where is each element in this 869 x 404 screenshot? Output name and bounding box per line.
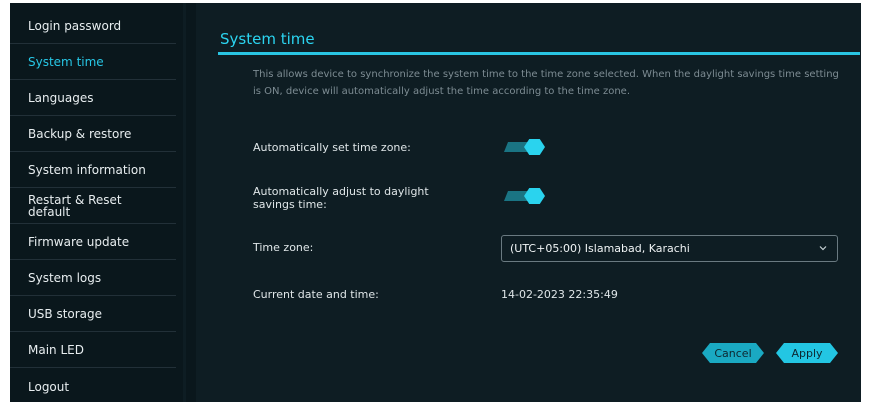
sidebar-item-usb-storage[interactable]: USB storage bbox=[10, 297, 176, 332]
current-time-label: Current date and time: bbox=[253, 288, 379, 301]
timezone-value: (UTC+05:00) Islamabad, Karachi bbox=[510, 242, 690, 255]
sidebar-item-system-time[interactable]: System time bbox=[10, 45, 176, 80]
page-title: System time bbox=[220, 30, 315, 48]
chevron-down-icon bbox=[819, 246, 827, 251]
sidebar-item-system-logs[interactable]: System logs bbox=[10, 261, 176, 296]
sidebar: Login password System time Languages Bac… bbox=[10, 3, 183, 402]
sidebar-item-languages[interactable]: Languages bbox=[10, 81, 176, 116]
auto-dst-toggle[interactable] bbox=[504, 188, 547, 204]
timezone-select[interactable]: (UTC+05:00) Islamabad, Karachi bbox=[501, 235, 838, 262]
sidebar-item-label: Restart & Reset default bbox=[28, 193, 122, 219]
auto-timezone-toggle[interactable] bbox=[504, 139, 547, 155]
sidebar-item-backup-restore[interactable]: Backup & restore bbox=[10, 117, 176, 152]
apply-button[interactable]: Apply bbox=[776, 343, 838, 363]
auto-dst-label: Automatically adjust to daylight savings… bbox=[253, 185, 429, 211]
current-time-value: 14-02-2023 22:35:49 bbox=[501, 288, 618, 301]
main-panel: System time This allows device to synchr… bbox=[196, 3, 861, 402]
toggle-knob bbox=[524, 188, 545, 204]
auto-timezone-label: Automatically set time zone: bbox=[253, 141, 411, 154]
sidebar-item-restart-reset[interactable]: Restart & Reset default bbox=[10, 189, 176, 224]
cancel-button[interactable]: Cancel bbox=[702, 343, 764, 363]
sidebar-item-login-password[interactable]: Login password bbox=[10, 9, 176, 44]
sidebar-item-logout[interactable]: Logout bbox=[10, 369, 176, 404]
page-description: This allows device to synchronize the sy… bbox=[253, 69, 839, 97]
title-underline bbox=[218, 52, 860, 55]
sidebar-item-main-led[interactable]: Main LED bbox=[10, 333, 176, 368]
timezone-label: Time zone: bbox=[253, 241, 314, 254]
sidebar-item-system-information[interactable]: System information bbox=[10, 153, 176, 188]
panel-divider bbox=[186, 3, 196, 402]
toggle-knob bbox=[524, 139, 545, 155]
sidebar-item-firmware-update[interactable]: Firmware update bbox=[10, 225, 176, 260]
app-window: Login password System time Languages Bac… bbox=[10, 3, 861, 402]
